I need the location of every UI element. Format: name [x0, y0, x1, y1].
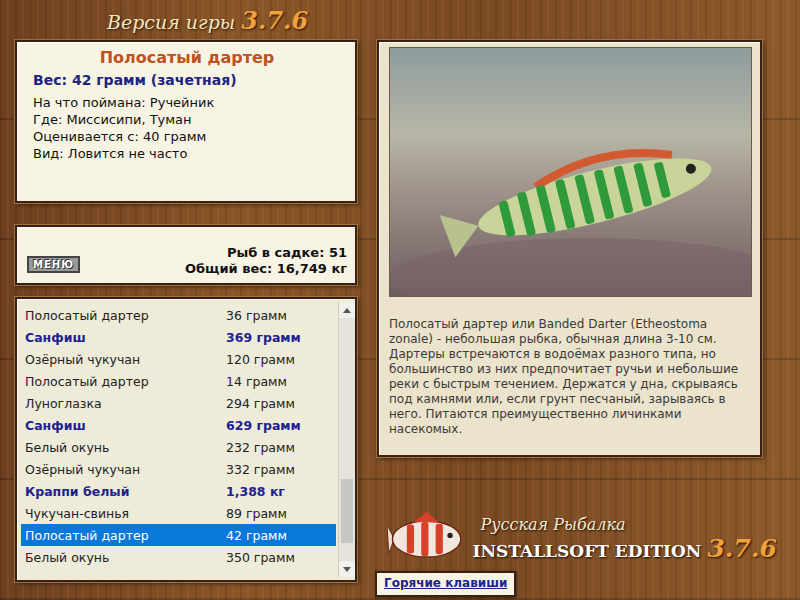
catch-row[interactable]: Озёрный чукучан332 грамм: [21, 458, 336, 480]
left-column: Полосатый дартерВес: 42 грамм (зачетная)…: [15, 40, 357, 597]
menu-button[interactable]: МЕНЮ: [27, 256, 80, 273]
total-weight: Общий вес: 16,749 кг: [185, 261, 347, 277]
catch-weight: 294 грамм: [226, 396, 295, 411]
catch-weight: 369 грамм: [226, 330, 301, 345]
info-panel: Полосатый дартер или Banded Darter (Ethe…: [377, 40, 762, 457]
catch-name: Чукучан-свинья: [21, 506, 226, 521]
catch-row[interactable]: Чукучан-свинья89 грамм: [21, 502, 336, 524]
fish-count: Рыб в садке: 51: [185, 245, 347, 261]
main-area: Полосатый дартерВес: 42 грамм (зачетная)…: [15, 40, 800, 597]
arrow-down-icon: [343, 567, 351, 572]
arrow-up-icon: [343, 308, 351, 313]
logo-edition: INSTALLSOFT EDITION: [472, 541, 701, 561]
summary-text: Рыб в садке: 51Общий вес: 16,749 кг: [185, 245, 347, 277]
catch-weight: 629 грамм: [226, 418, 301, 433]
fish-description: Полосатый дартер или Banded Darter (Ethe…: [389, 317, 750, 437]
title-label: Версия игры: [107, 11, 235, 33]
catch-row[interactable]: Краппи белый1,388 кг: [21, 480, 336, 502]
catch-name: Луноглазка: [21, 396, 226, 411]
catch-weight: 120 грамм: [226, 352, 295, 367]
catch-rows: Полосатый дартер36 граммСанфиш369 граммО…: [21, 302, 336, 577]
logo-title: Русская Рыбалка: [480, 515, 777, 534]
fish-detail: На что поймана: Ручейник: [33, 94, 341, 111]
catch-name: Полосатый дартер: [21, 374, 226, 389]
scroll-spacer: [339, 318, 355, 479]
catch-weight: 232 грамм: [226, 440, 295, 455]
scroll-track: [339, 318, 355, 561]
scroll-spacer: [339, 543, 355, 561]
catch-name: Санфиш: [21, 330, 226, 345]
catch-row[interactable]: Санфиш629 грамм: [21, 414, 336, 436]
fish-weight: Вес: 42 грамм (зачетная): [33, 70, 341, 90]
fish-photo: [389, 47, 752, 297]
catch-name: Белый окунь: [21, 440, 226, 455]
summary-panel: МЕНЮ Рыб в садке: 51Общий вес: 16,749 кг: [15, 225, 357, 285]
logo-edition-line: INSTALLSOFT EDITION 3.7.6: [472, 534, 777, 563]
game-screen: Версия игры3.7.6Полосатый дартерВес: 42 …: [0, 0, 800, 600]
catch-row[interactable]: Полосатый дартер42 грамм: [21, 524, 336, 546]
scroll-down-button[interactable]: [339, 561, 355, 577]
fish-picture: [390, 48, 751, 296]
catch-weight: 1,388 кг: [226, 484, 285, 499]
fish-detail: Оценивается с: 40 грамм: [33, 128, 341, 145]
catch-name: Полосатый дартер: [21, 308, 226, 323]
catch-row[interactable]: Белый окунь350 грамм: [21, 546, 336, 568]
catch-weight: 350 грамм: [226, 550, 295, 565]
scroll-up-button[interactable]: [339, 302, 355, 318]
catch-weight: 14 грамм: [226, 374, 287, 389]
catch-name: Озёрный чукучан: [21, 352, 226, 367]
fish-detail: Вид: Ловится не часто: [33, 145, 341, 162]
catch-name: Белый окунь: [21, 550, 226, 565]
game-logo: Русская Рыбалка INSTALLSOFT EDITION 3.7.6: [387, 507, 777, 571]
catch-name: Озёрный чукучан: [21, 462, 226, 477]
catch-row[interactable]: Луноглазка294 грамм: [21, 392, 336, 414]
right-column: Полосатый дартер или Banded Darter (Ethe…: [377, 40, 777, 597]
hotkeys-button[interactable]: Горячие клавиши: [375, 571, 516, 597]
catch-row[interactable]: Санфиш369 грамм: [21, 326, 336, 348]
fish-card: Полосатый дартерВес: 42 грамм (зачетная)…: [15, 40, 357, 203]
logo-version: 3.7.6: [707, 534, 777, 563]
catch-name: Полосатый дартер: [21, 528, 226, 543]
fish-detail: Где: Миссисипи, Туман: [33, 111, 341, 128]
catch-weight: 89 грамм: [226, 506, 287, 521]
logo-text: Русская Рыбалка INSTALLSOFT EDITION 3.7.6: [472, 515, 777, 563]
catch-row[interactable]: Полосатый дартер14 грамм: [21, 370, 336, 392]
catch-row[interactable]: Белый окунь232 грамм: [21, 436, 336, 458]
catch-row[interactable]: Озёрный чукучан120 грамм: [21, 348, 336, 370]
scroll-thumb[interactable]: [341, 479, 353, 543]
catch-weight: 332 грамм: [226, 462, 295, 477]
scrollbar[interactable]: [338, 302, 355, 577]
catch-name: Краппи белый: [21, 484, 226, 499]
catch-name: Санфиш: [21, 418, 226, 433]
title-version: 3.7.6: [241, 6, 308, 35]
fish-name: Полосатый дартер: [33, 48, 341, 68]
catch-row[interactable]: Полосатый дартер36 грамм: [21, 304, 336, 326]
catch-weight: 42 грамм: [226, 528, 287, 543]
catch-weight: 36 грамм: [226, 308, 287, 323]
title-bar: Версия игры 3.7.6: [15, 6, 800, 40]
fish-details: На что поймана: РучейникГде: Миссисипи, …: [33, 94, 341, 162]
fish-logo-icon: [387, 507, 464, 571]
catch-list: Полосатый дартер36 граммСанфиш369 граммО…: [15, 297, 357, 582]
